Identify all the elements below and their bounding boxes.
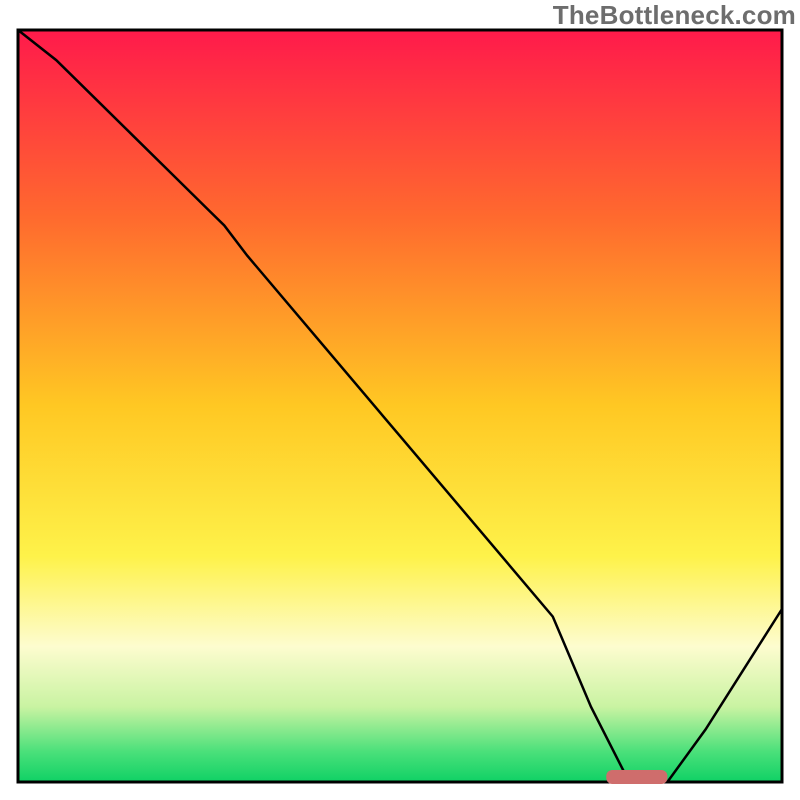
optimum-marker — [606, 770, 667, 784]
bottleneck-chart — [0, 0, 800, 800]
plot-background — [18, 30, 782, 782]
